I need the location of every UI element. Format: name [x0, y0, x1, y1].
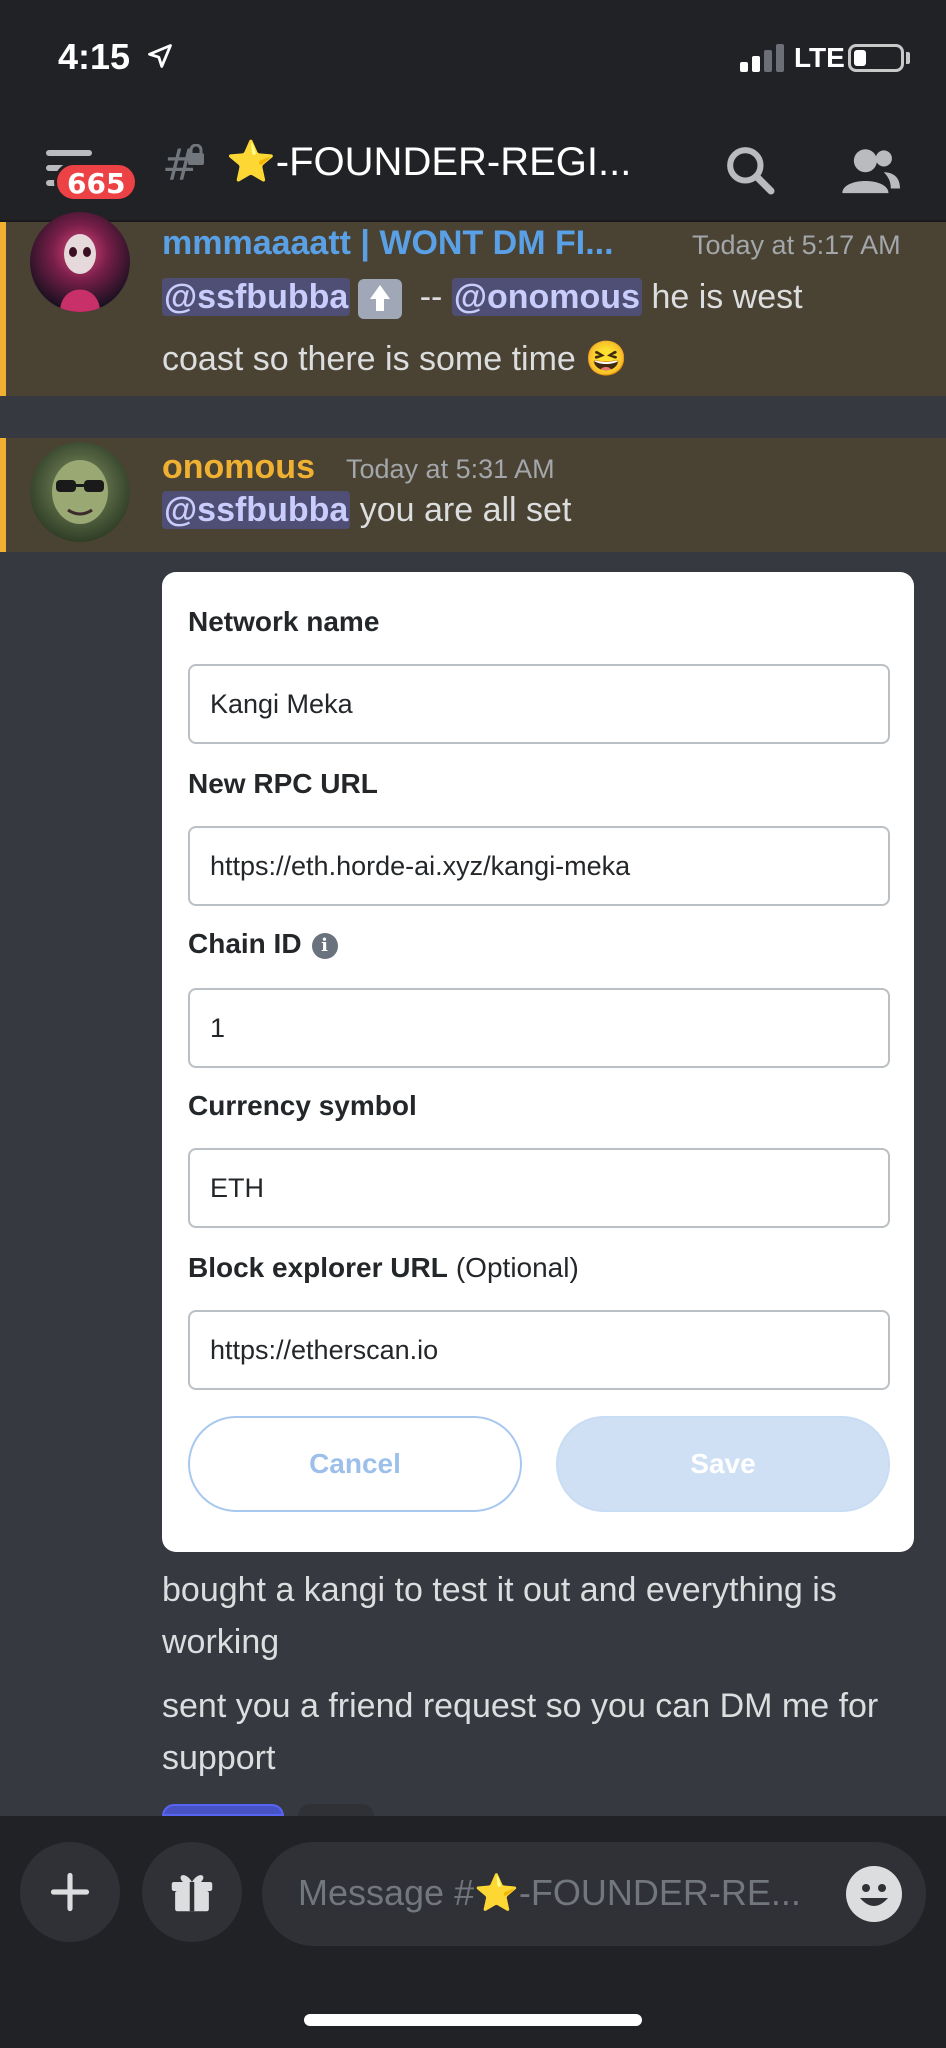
chain-id-field: 1	[188, 988, 890, 1068]
info-icon: i	[311, 932, 338, 959]
timestamp: Today at 5:31 AM	[346, 454, 555, 484]
laughing-emoji-icon: 😆	[585, 340, 628, 378]
status-time: 4:15	[58, 36, 131, 77]
cancel-button: Cancel	[188, 1416, 522, 1512]
emoji-picker-icon[interactable]	[846, 1866, 902, 1922]
block-explorer-field: https://etherscan.io	[188, 1310, 890, 1390]
message-highlighted[interactable]: mmmaaaatt | WONT DM FI... Today at 5:17 …	[0, 212, 946, 396]
channel-header: 665 # ⭐-FOUNDER-REGI...	[0, 118, 946, 222]
message-text: he is west	[651, 278, 803, 316]
unread-badge: 665	[54, 162, 139, 202]
save-button: Save	[556, 1416, 890, 1512]
username[interactable]: onomous	[162, 448, 315, 487]
timestamp: Today at 5:17 AM	[692, 230, 901, 260]
chain-id-label: Chain ID	[188, 928, 302, 959]
lock-icon	[188, 144, 204, 165]
block-explorer-label-row: Block explorer URL (Optional)	[188, 1252, 579, 1284]
gift-icon	[171, 1875, 213, 1912]
message-content: @ssfbubba -- @onomous he is west coast s…	[162, 266, 922, 390]
chain-id-label-row: Chain ID i	[188, 928, 338, 960]
members-icon[interactable]	[840, 142, 900, 198]
separator-text: --	[419, 278, 443, 316]
channel-title: ⭐-FOUNDER-REGI...	[226, 140, 632, 184]
network-name-label: Network name	[188, 606, 380, 637]
currency-symbol-label: Currency symbol	[188, 1090, 417, 1121]
composer-bar: Message #⭐-FOUNDER-RE...	[0, 1816, 946, 2048]
attached-image[interactable]: Network name Kangi Meka New RPC URL http…	[162, 572, 914, 1552]
gift-button[interactable]	[142, 1842, 242, 1942]
battery-tip	[906, 52, 910, 64]
home-indicator	[304, 2014, 642, 2026]
search-icon[interactable]	[722, 142, 778, 198]
message-text: coast so there is some time	[162, 340, 576, 378]
battery-icon	[848, 44, 904, 72]
status-bar: 4:15 LTE	[0, 0, 946, 118]
reaction-button[interactable]	[298, 1804, 374, 1816]
rpc-url-field: https://eth.horde-ai.xyz/kangi-meka	[188, 826, 890, 906]
block-explorer-label: Block explorer URL	[188, 1252, 448, 1283]
avatar[interactable]	[30, 442, 130, 542]
network-type: LTE	[794, 42, 845, 73]
currency-symbol-field: ETH	[188, 1148, 890, 1228]
user-mention[interactable]: @onomous	[451, 278, 642, 316]
message-text: sent you a friend request so you can DM …	[162, 1687, 879, 1777]
signal-strength-icon	[740, 44, 786, 72]
reaction-button[interactable]	[162, 1804, 284, 1816]
message-highlighted[interactable]: onomous Today at 5:31 AM @ssfbubba you a…	[0, 438, 946, 552]
add-attachment-button[interactable]	[20, 1842, 120, 1942]
network-name-field: Kangi Meka	[188, 664, 890, 744]
message-placeholder: Message #⭐-FOUNDER-RE...	[298, 1872, 801, 1913]
message-text: you are all set	[359, 491, 572, 529]
user-mention[interactable]: @ssfbubba	[162, 278, 351, 316]
username[interactable]: mmmaaaatt | WONT DM FI...	[162, 224, 614, 263]
plus-icon	[50, 1872, 90, 1912]
location-arrow-icon	[148, 44, 172, 68]
message-content: @ssfbubba you are all set	[162, 484, 922, 536]
user-mention[interactable]: @ssfbubba	[162, 491, 351, 529]
optional-hint: (Optional)	[455, 1252, 579, 1283]
rpc-url-label: New RPC URL	[188, 768, 378, 799]
avatar[interactable]	[30, 212, 130, 312]
message-input[interactable]: Message #⭐-FOUNDER-RE...	[262, 1842, 926, 1946]
message-text: bought a kangi to test it out and everyt…	[162, 1571, 837, 1661]
up-arrow-emoji-icon	[358, 279, 403, 320]
